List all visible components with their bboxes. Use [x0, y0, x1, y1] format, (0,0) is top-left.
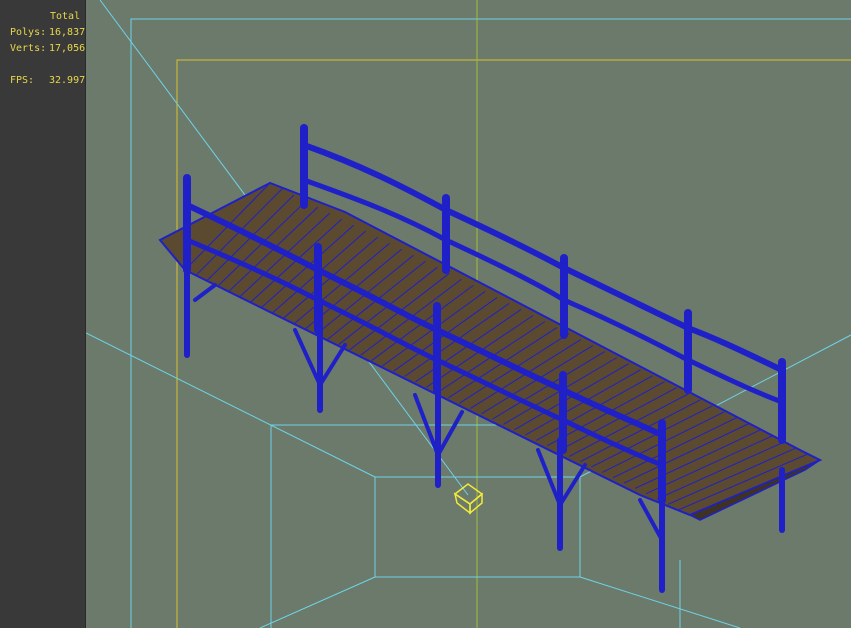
maya-viewport-window: Total Polys: 16,837 Verts: 17,056 FPS: 3… — [0, 0, 851, 628]
hud-polys-label: Polys: — [10, 27, 47, 38]
heads-up-display-panel: Total Polys: 16,837 Verts: 17,056 FPS: 3… — [0, 0, 86, 628]
camera-locator-icon[interactable] — [453, 483, 484, 515]
hud-verts-label: Verts: — [10, 43, 47, 54]
hud-polys-value: 16,837 — [49, 27, 86, 38]
3d-viewport[interactable] — [86, 0, 851, 628]
hud-total-header: Total — [50, 11, 81, 22]
hud-fps-label: FPS: — [10, 75, 35, 86]
viewport-canvas[interactable] — [86, 0, 851, 628]
hud-verts-value: 17,056 — [49, 43, 86, 54]
hud-fps-value: 32.997 — [49, 75, 86, 86]
